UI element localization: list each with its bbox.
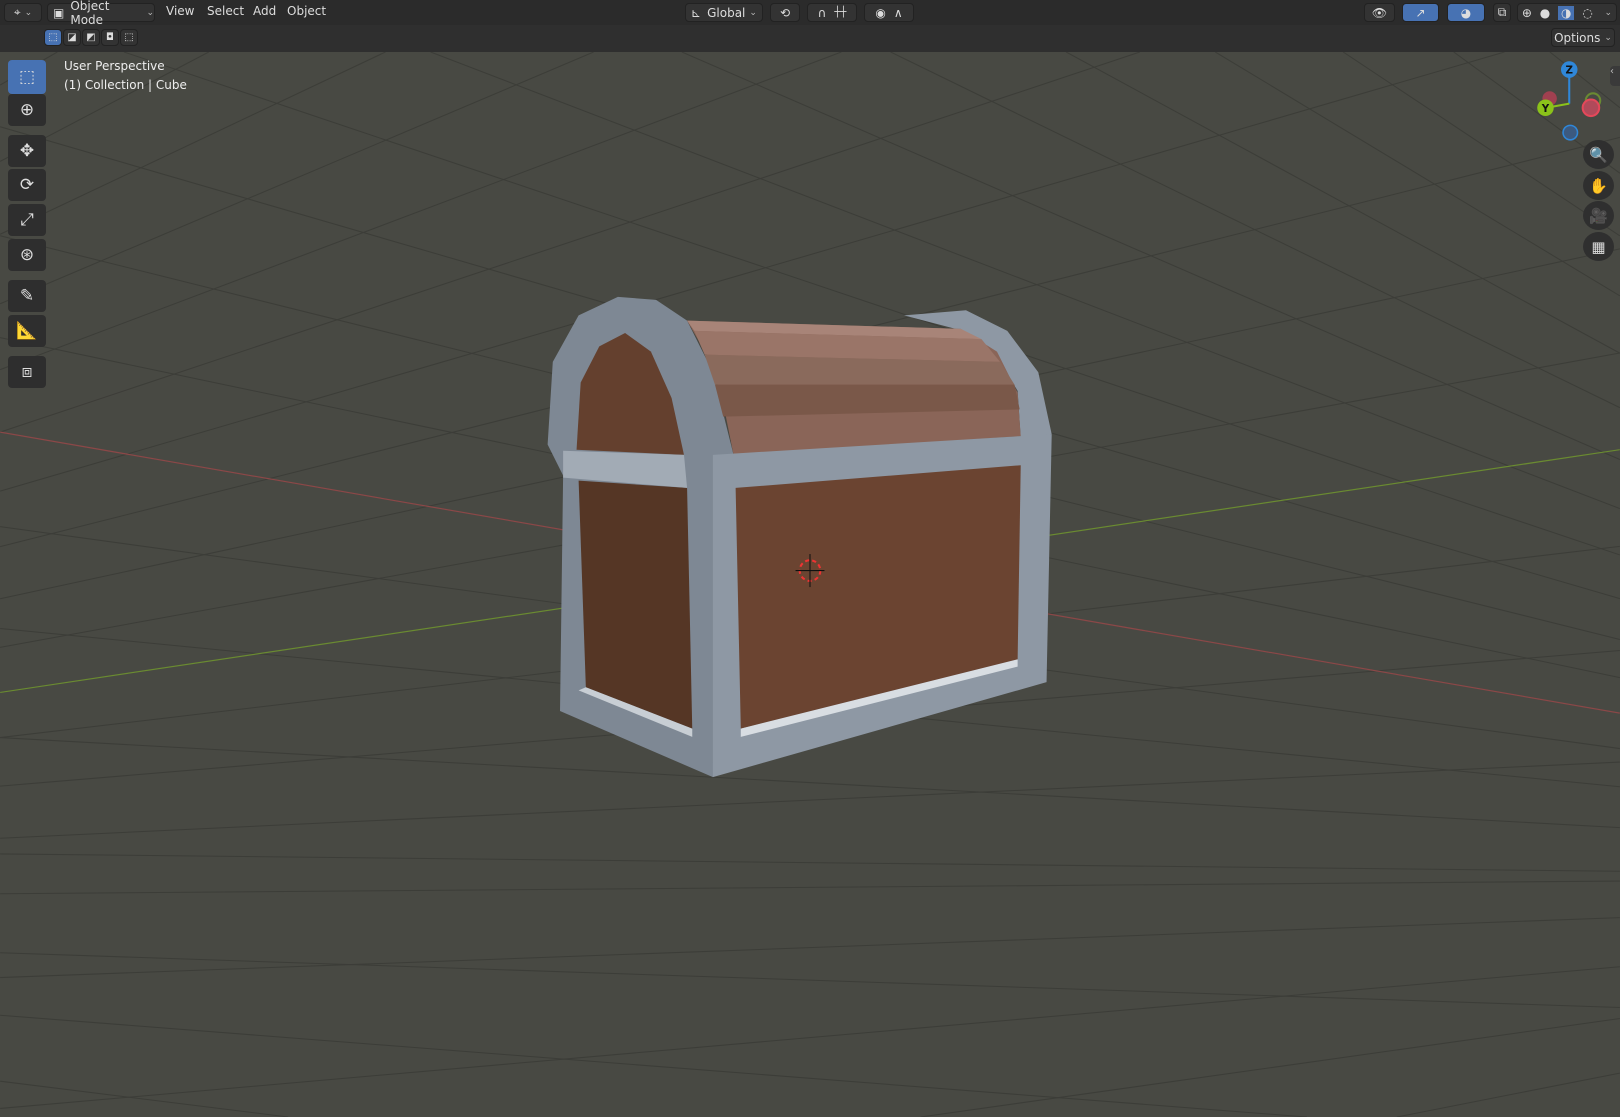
3d-viewport[interactable]: Z Y User Perspective (1) Collection | Cu… [0, 52, 1620, 1117]
view-name: User Perspective [64, 59, 165, 73]
snap-toggle[interactable]: ∩ ┼┼ [807, 3, 857, 22]
transform-icon: ⊛ [19, 245, 35, 265]
zoom-button[interactable]: 🔍 [1583, 140, 1614, 169]
options-dropdown[interactable]: Options ⌄ [1551, 28, 1615, 47]
xray-toggle[interactable]: ⧉ [1493, 3, 1511, 22]
rendered-shading-icon[interactable]: ◌ [1582, 6, 1592, 20]
tool-add-cube[interactable]: ⧈ [8, 356, 46, 388]
grid-icon: ▦ [1591, 237, 1606, 256]
editor-type-button[interactable]: ⌖ ⌄ [4, 3, 42, 22]
material-shading-icon[interactable]: ◑ [1558, 5, 1575, 20]
tool-select-box[interactable]: ⬚ [8, 60, 46, 94]
tool-settings-bar: ⬚ ◪ ◩ ◘ ⬚ Options ⌄ [0, 25, 1620, 52]
orientation-icon: ⊾ [691, 5, 702, 20]
visibility-dropdown[interactable]: 👁 [1364, 3, 1395, 22]
tool-transform[interactable]: ⊛ [8, 239, 46, 271]
tool-move[interactable]: ✥ [8, 135, 46, 167]
grid-line [1215, 52, 1620, 297]
rotate-icon: ⟳ [19, 175, 35, 195]
chevron-left-icon: ‹ [1610, 66, 1614, 77]
sidebar-toggle[interactable]: ‹ [1610, 66, 1620, 86]
add-cube-icon: ⧈ [21, 362, 33, 382]
select-set-button[interactable]: ⬚ [44, 29, 62, 46]
solid-shading-icon[interactable]: ● [1540, 6, 1550, 20]
proportional-icon: ◉ [875, 5, 886, 20]
grid-line [0, 880, 1620, 895]
camera-view-button[interactable]: 🎥 [1583, 201, 1614, 230]
tool-cursor[interactable]: ⊕ [8, 94, 46, 126]
wireframe-shading-icon[interactable]: ⊕ [1522, 6, 1532, 20]
scene: Z Y [0, 52, 1620, 1117]
scale-icon: ⤢ [20, 210, 34, 230]
object-mode-icon: ▣ [53, 5, 65, 20]
menu-select[interactable]: Select [207, 4, 244, 18]
menu-add[interactable]: Add [253, 4, 276, 18]
header-bar: ⌖ ⌄ ▣ Object Mode ⌄ View Select Add Object … [0, 0, 1620, 27]
overlay-toggle[interactable]: ◕ [1447, 3, 1485, 22]
overlay-icon: ◕ [1460, 5, 1472, 20]
options-label: Options [1554, 30, 1601, 45]
pan-button[interactable]: ✋ [1583, 171, 1614, 200]
navigation-gizmo: Z Y [1537, 61, 1602, 141]
grid-line [0, 1014, 1307, 1117]
xray-icon: ⧉ [1497, 5, 1507, 19]
transform-orientation-dropdown[interactable]: ⊾ Global ⌄ [685, 3, 763, 22]
select-difference-button[interactable]: ◘ [101, 29, 119, 46]
grid-line [0, 761, 1620, 839]
select-mode-group: ⬚ ◪ ◩ ◘ ⬚ [44, 29, 138, 46]
annotate-icon: ✎ [19, 286, 35, 306]
grid-line [0, 853, 1620, 872]
grid-line [0, 966, 1620, 1109]
grid-line [920, 1018, 1620, 1117]
magnet-icon: ∩ [817, 5, 827, 20]
gizmo-toggle[interactable]: ↗ [1402, 3, 1439, 22]
eye-icon: 👁 [1371, 5, 1388, 20]
pivot-icon: ⟲ [779, 5, 791, 20]
move-icon: ✥ [19, 141, 35, 161]
grid-line [0, 952, 1620, 1009]
measure-icon: 📐 [16, 321, 38, 341]
camera-icon: 🎥 [1589, 206, 1608, 225]
proportional-editing-toggle[interactable]: ◉ ∧ [864, 3, 914, 22]
select-subtract-button[interactable]: ◩ [82, 29, 100, 46]
grid-line [1342, 52, 1620, 237]
falloff-icon: ∧ [893, 5, 903, 20]
ortho-toggle-button[interactable]: ▦ [1583, 232, 1614, 261]
grid-line [1065, 52, 1620, 354]
3d-viewport-icon: ⌖ [13, 5, 21, 19]
gizmo-icon: ↗ [1415, 5, 1426, 20]
select-intersect-button[interactable]: ⬚ [120, 29, 138, 46]
shading-modes: ⊕ ● ◑ ◌ ⌄ [1517, 3, 1617, 22]
gizmo-y-label: Y [1541, 103, 1550, 115]
cursor-icon: ⊕ [19, 100, 35, 120]
treasure-chest [547, 296, 1052, 778]
object-info: (1) Collection | Cube [64, 78, 187, 92]
tool-annotate[interactable]: ✎ [8, 280, 46, 312]
grid-line [0, 737, 1620, 829]
grid-line [1396, 1072, 1620, 1117]
menu-view[interactable]: View [166, 4, 194, 18]
tool-measure[interactable]: 📐 [8, 315, 46, 347]
zoom-icon: 🔍 [1589, 145, 1608, 164]
menu-object[interactable]: Object [287, 4, 326, 18]
mode-dropdown[interactable]: ▣ Object Mode ⌄ [47, 0, 155, 27]
pivot-point-dropdown[interactable]: ⟲ [770, 3, 800, 22]
select-extend-button[interactable]: ◪ [63, 29, 81, 46]
mode-label: Object Mode [70, 0, 110, 27]
select-box-icon: ⬚ [18, 67, 36, 87]
grid-line [0, 917, 1620, 979]
tool-scale[interactable]: ⤢ [8, 204, 46, 236]
snap-increment-icon: ┼┼ [834, 7, 847, 18]
hand-icon: ✋ [1589, 176, 1608, 195]
gizmo-z-label: Z [1565, 65, 1573, 77]
orientation-label: Global [707, 5, 746, 20]
tool-rotate[interactable]: ⟳ [8, 169, 46, 201]
